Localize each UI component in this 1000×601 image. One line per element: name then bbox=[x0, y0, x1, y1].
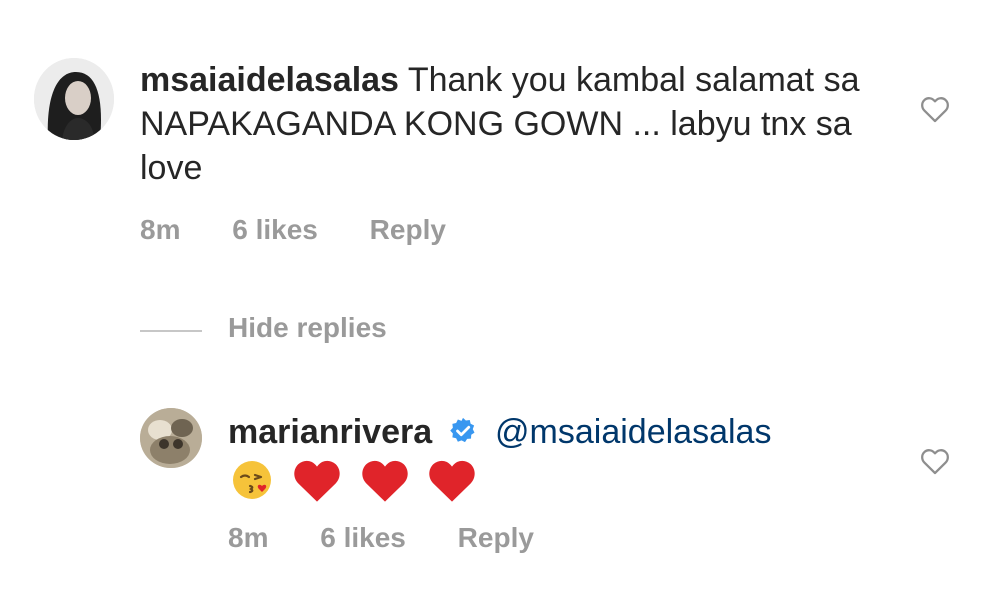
replies-divider bbox=[140, 330, 202, 332]
comment-username[interactable]: msaiaidelasalas bbox=[140, 61, 399, 99]
verified-badge-icon bbox=[449, 417, 475, 443]
kiss-face-emoji bbox=[233, 461, 271, 500]
red-heart-emoji bbox=[362, 460, 408, 502]
heart-outline-icon[interactable] bbox=[918, 92, 952, 126]
red-heart-emoji bbox=[429, 460, 476, 502]
comment-1: msaiaidelasalas Thank you kambal salamat… bbox=[140, 58, 880, 190]
avatar-image bbox=[34, 58, 114, 140]
comment-time: 8m bbox=[140, 214, 181, 245]
comment-meta: 8m 6 likes Reply bbox=[228, 522, 578, 554]
avatar-marianrivera[interactable] bbox=[140, 408, 202, 468]
comment-likes[interactable]: 6 likes bbox=[232, 214, 318, 245]
comment-mention[interactable]: @msaiaidelasalas bbox=[495, 413, 771, 451]
avatar-msaiaidelasalas[interactable] bbox=[34, 58, 114, 140]
hide-replies-button[interactable]: Hide replies bbox=[228, 312, 387, 344]
emoji-row bbox=[228, 456, 888, 506]
comment-time: 8m bbox=[228, 522, 269, 553]
reply-button[interactable]: Reply bbox=[458, 522, 534, 553]
comment-likes[interactable]: 6 likes bbox=[320, 522, 406, 553]
avatar-image bbox=[140, 408, 202, 468]
reply-button[interactable]: Reply bbox=[370, 214, 446, 245]
comment-username[interactable]: marianrivera bbox=[228, 413, 432, 451]
comment-2: marianrivera @msaiaidelasalas bbox=[228, 410, 888, 506]
heart-outline-icon[interactable] bbox=[918, 444, 952, 478]
red-heart-emoji bbox=[294, 460, 341, 502]
comment-meta: 8m 6 likes Reply bbox=[140, 214, 490, 246]
